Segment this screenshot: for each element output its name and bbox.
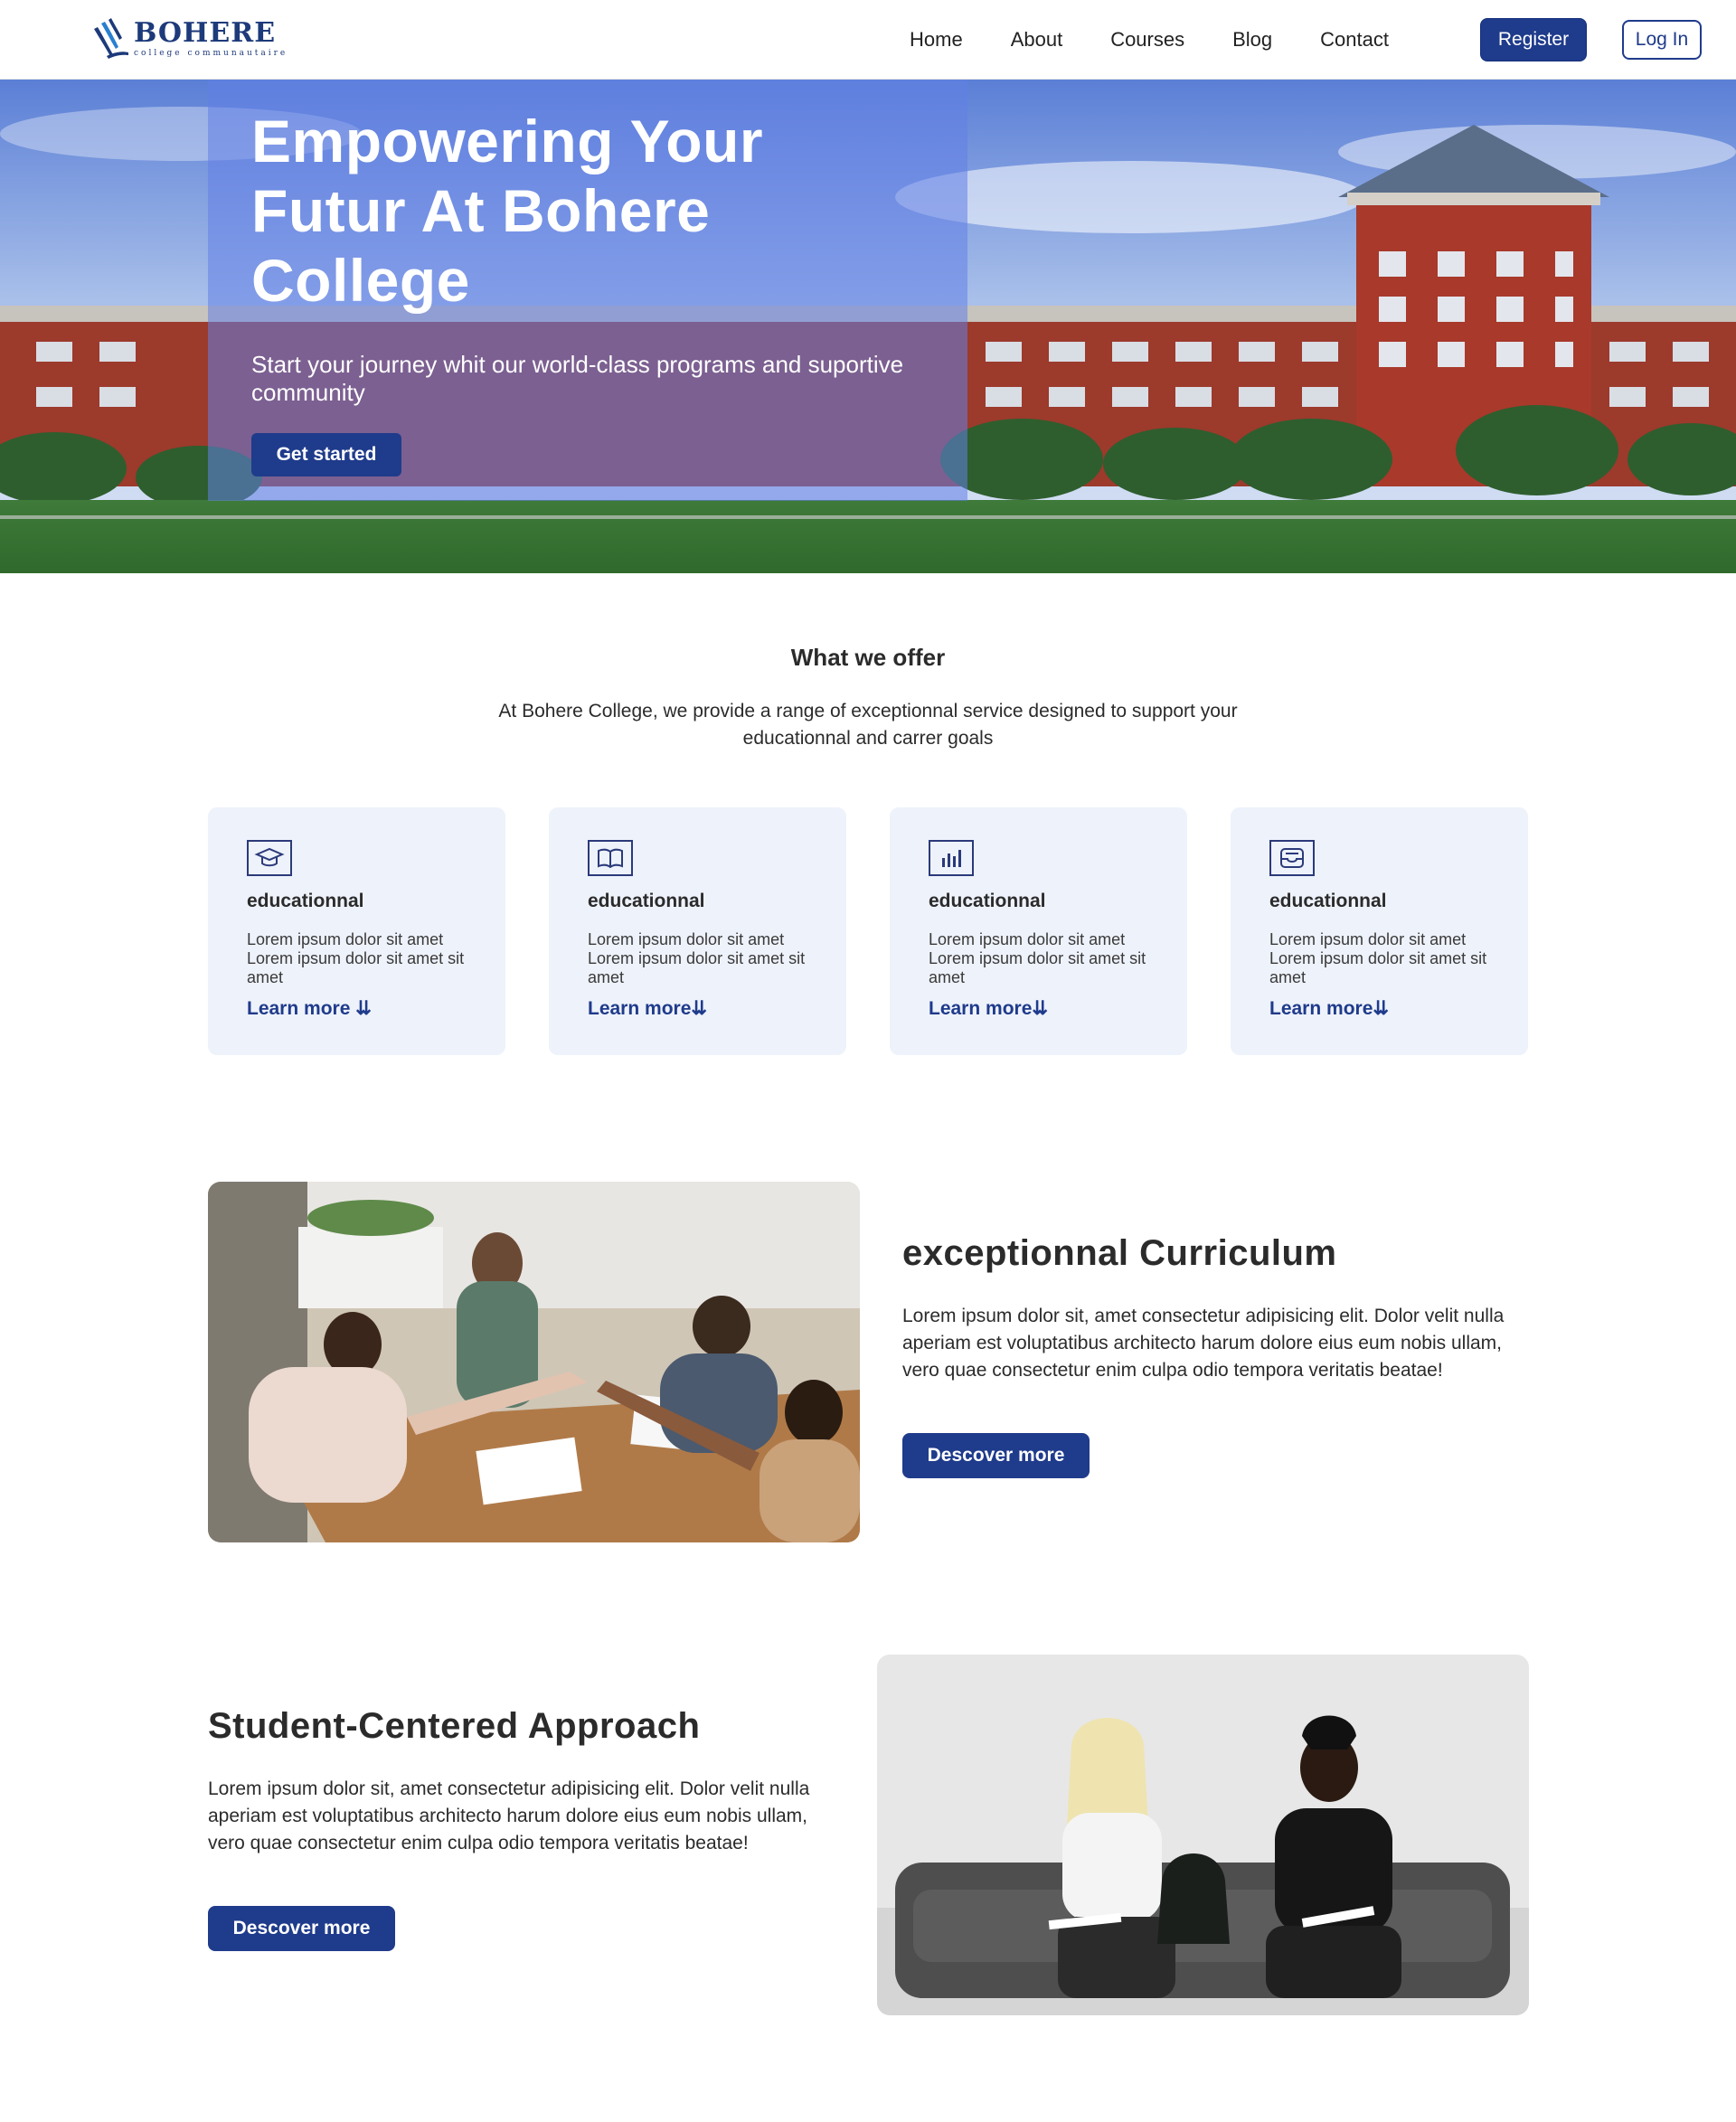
- nav-link-blog[interactable]: Blog: [1232, 25, 1272, 54]
- offer-section-description: At Bohere College, we provide a range of…: [498, 701, 1238, 749]
- top-navbar: BOHERE college communautaire Home About …: [0, 0, 1736, 80]
- offer-card-text: Lorem ipsum dolor sit amet Lorem ipsum d…: [929, 930, 1146, 986]
- offer-card-text: Lorem ipsum dolor sit amet Lorem ipsum d…: [588, 930, 806, 986]
- brand-logo[interactable]: BOHERE college communautaire: [87, 16, 288, 61]
- learn-more-link[interactable]: Learn more⇊: [929, 997, 1048, 1020]
- offer-card-title: educationnal: [929, 891, 1046, 911]
- curriculum-text: Lorem ipsum dolor sit, amet consectetur …: [902, 1306, 1505, 1381]
- nav-link-courses[interactable]: Courses: [1110, 25, 1184, 54]
- bar-chart-icon: [929, 840, 974, 876]
- offer-card-title: educationnal: [588, 891, 705, 911]
- curriculum-photo: [208, 1182, 860, 1542]
- graduation-cap-icon: [247, 840, 292, 876]
- nav-link-home[interactable]: Home: [910, 25, 963, 54]
- offer-card-text: Lorem ipsum dolor sit amet Lorem ipsum d…: [247, 930, 465, 986]
- offer-card: educationnal Lorem ipsum dolor sit amet …: [549, 807, 846, 1055]
- offer-card-title: educationnal: [1269, 891, 1387, 911]
- offer-card: educationnal Lorem ipsum dolor sit amet …: [890, 807, 1187, 1055]
- register-button[interactable]: Register: [1480, 18, 1587, 61]
- login-button[interactable]: Log In: [1622, 20, 1702, 60]
- book-open-icon: [588, 840, 633, 876]
- students-photo: [877, 1655, 1529, 2015]
- logo-mark-icon: [94, 18, 128, 59]
- nav-link-contact[interactable]: Contact: [1320, 25, 1389, 54]
- brand-tagline: college communautaire: [134, 49, 288, 58]
- nav-link-about[interactable]: About: [1011, 25, 1063, 54]
- offer-card: educationnal Lorem ipsum dolor sit amet …: [1231, 807, 1528, 1055]
- learn-more-link[interactable]: Learn more ⇊: [247, 997, 372, 1020]
- discover-more-button[interactable]: Descover more: [902, 1433, 1090, 1478]
- hero-subtitle: Start your journey whit our world-class …: [251, 351, 904, 406]
- discover-more-button[interactable]: Descover more: [208, 1906, 395, 1951]
- curriculum-title: exceptionnal Curriculum: [902, 1233, 1337, 1273]
- main-menu: Home About Courses Blog Contact: [910, 25, 1389, 54]
- hero-section: Empowering Your Futur At Bohere College …: [0, 80, 1736, 573]
- learn-more-link[interactable]: Learn more⇊: [588, 997, 707, 1020]
- offer-card-text: Lorem ipsum dolor sit amet Lorem ipsum d…: [1269, 930, 1487, 986]
- offer-card: educationnal Lorem ipsum dolor sit amet …: [208, 807, 505, 1055]
- student-approach-text: Lorem ipsum dolor sit, amet consectetur …: [208, 1778, 810, 1853]
- hero-title: Empowering Your Futur At Bohere College: [251, 108, 764, 314]
- offer-card-title: educationnal: [247, 891, 364, 911]
- inbox-icon: [1269, 840, 1315, 876]
- offer-section-title: What we offer: [790, 644, 946, 671]
- get-started-button[interactable]: Get started: [251, 433, 401, 476]
- brand-name: BOHERE: [134, 17, 277, 49]
- learn-more-link[interactable]: Learn more⇊: [1269, 997, 1389, 1020]
- student-approach-title: Student-Centered Approach: [208, 1706, 701, 1746]
